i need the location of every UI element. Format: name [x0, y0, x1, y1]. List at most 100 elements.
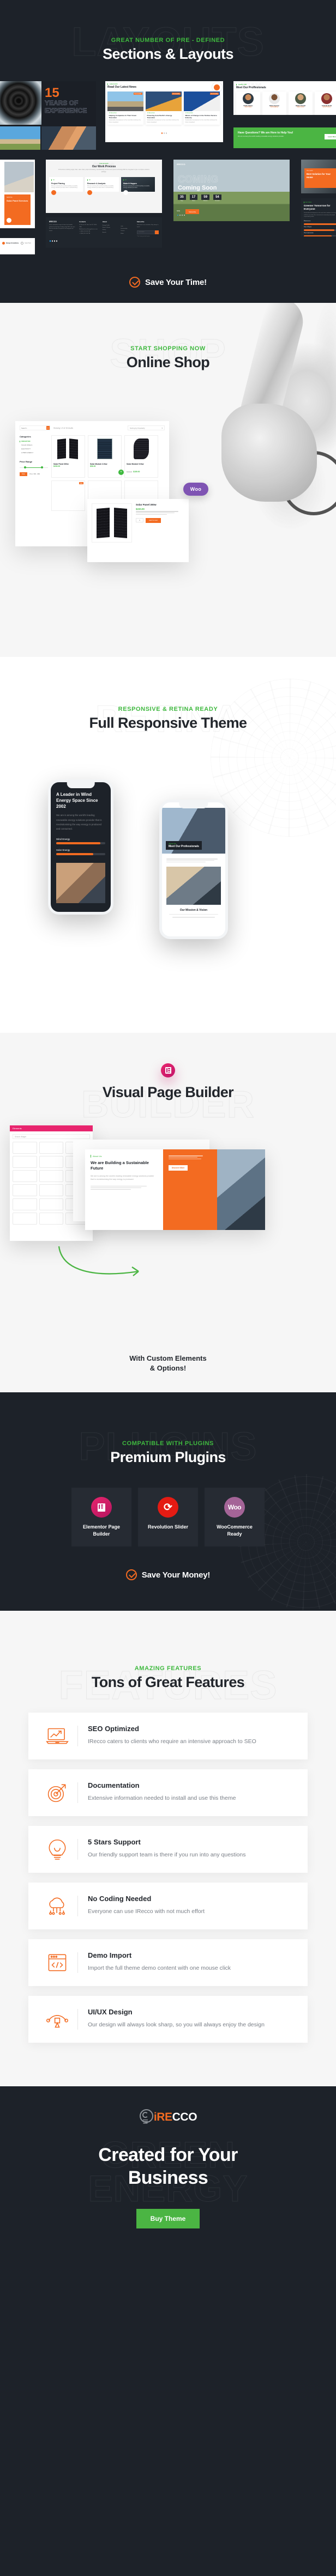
team-social[interactable]	[316, 109, 336, 115]
product-card[interactable]: Solar Module 3.0kw $96.00 +	[88, 435, 124, 478]
phone1-text: We are is among the world's leading rene…	[56, 814, 102, 830]
footer-mock-social[interactable]	[49, 235, 76, 245]
footer-col-item[interactable]: Media	[121, 233, 134, 235]
process-step[interactable]: 01 Project Planing We are is among the w…	[49, 176, 83, 196]
feature-card[interactable]: Demo Import Import the full theme demo c…	[28, 1939, 308, 1987]
feature-card[interactable]: SEO Optimized IRecco caters to clients w…	[28, 1713, 308, 1760]
shop-category[interactable]: HYBRID ENERGY	[20, 452, 48, 454]
product-card[interactable]: Sale Solar Module 5.0kw $240.00$189.00	[124, 435, 158, 478]
plugin-card-woocommerce[interactable]: Woo WooCommerce Ready	[205, 1488, 265, 1547]
coming-soon-title: Coming Soon	[178, 185, 217, 191]
phone-mock-primary[interactable]: A Leader in Wind Energy Space Since 2002…	[48, 780, 113, 915]
builder-widget-cell[interactable]	[13, 1142, 37, 1154]
plugin-card-elementor[interactable]: Elementor Page Builder	[71, 1488, 131, 1547]
feature-card[interactable]: No Coding Needed Everyone can use IRecco…	[28, 1883, 308, 1930]
layout-card-solar-services[interactable]: SERVICE Solar Panel Services	[0, 160, 35, 228]
add-to-cart-button[interactable]: Add To Cart	[146, 518, 161, 523]
layout-card-process[interactable]: STEPS how we work Our Work Process All f…	[46, 160, 162, 213]
footer-email-input[interactable]	[136, 230, 155, 234]
add-to-cart-icon[interactable]: +	[118, 470, 124, 475]
builder-widget-cell[interactable]	[13, 1184, 37, 1196]
footer-col-item[interactable]: +1 (800) 321 456 788	[79, 233, 99, 235]
shop-search-input[interactable]	[20, 426, 46, 430]
shop-category-label: ELECTRICITY	[21, 448, 31, 450]
footer-headline: Created for Your Business	[0, 2144, 336, 2189]
coming-soon-subscribe-button[interactable]: Subscribe	[185, 209, 200, 214]
quantity-stepper[interactable]: 1	[136, 518, 143, 523]
team-social[interactable]	[237, 109, 259, 115]
team-member-card[interactable]: Yolanda Smith Senior Planner	[315, 92, 336, 115]
layout-card-chips[interactable]: Energy Consultancy Solar Plant	[0, 238, 35, 254]
feature-card[interactable]: UI/UX Design Our design will always look…	[28, 1996, 308, 2043]
shop-detail-mock[interactable]: Solar Panel 300w $230.00 1 Add To Cart	[87, 499, 189, 562]
search-icon[interactable]: ⚲	[46, 426, 50, 430]
slider-handle-min[interactable]	[24, 466, 27, 468]
process-step[interactable]: 03 Make It Happen We are is among the wo…	[121, 176, 155, 196]
process-step-arrow[interactable]	[123, 190, 128, 196]
solar-arrow-button[interactable]	[7, 218, 11, 223]
team-social[interactable]	[290, 109, 311, 115]
process-step-arrow[interactable]	[51, 190, 56, 196]
team-member-card[interactable]: Walter Donald Sales Person	[289, 92, 313, 115]
builder-widget-cell[interactable]	[13, 1213, 37, 1225]
solar-eyebrow: SERVICE	[7, 197, 13, 198]
blog-post-card[interactable]: Renewable 10 December Helping Companies …	[107, 92, 143, 125]
feature-card[interactable]: Documentation Extensive information need…	[28, 1769, 308, 1817]
blog-pagination-dots[interactable]	[107, 127, 221, 137]
countdown-label: Seconds	[215, 200, 220, 202]
builder-canvas-front[interactable]: About Us We are Building a Sustainable F…	[85, 1149, 265, 1230]
product-image	[125, 436, 158, 462]
plugin-card-revslider[interactable]: ⟳ Revolution Slider	[138, 1488, 198, 1547]
feature-card[interactable]: 5 Stars Support Our friendly support tea…	[28, 1826, 308, 1873]
product-card[interactable]: Sale	[51, 480, 85, 511]
builder-widget-cell[interactable]	[39, 1184, 64, 1196]
help-banner-button[interactable]: Learn More	[324, 134, 336, 139]
builder-widget-search[interactable]: Search Widget	[13, 1134, 90, 1139]
buy-theme-button[interactable]: Buy Theme	[136, 2209, 200, 2229]
canvas-cta-button[interactable]: Discover More	[168, 1165, 188, 1171]
shop-sort-select[interactable]: Sorting by Popularity ▾	[128, 425, 165, 430]
layout-card-coming-soon[interactable]: iRECCO COMING Coming Soon 35 Days 17 Hours…	[173, 160, 290, 221]
team-member-card[interactable]: Patrik Adams Field Trainer	[236, 92, 260, 115]
footer-logo-text: iRECCO	[154, 2111, 197, 2124]
builder-widget-cell[interactable]	[13, 1170, 37, 1182]
layout-card-team[interactable]: TEAM Quality staff Meet Our Proffesional…	[233, 81, 336, 115]
slider-handle-max[interactable]	[40, 466, 43, 468]
team-social[interactable]	[263, 109, 285, 115]
price-range-slider[interactable]	[20, 466, 48, 470]
product-price: $96.00	[90, 465, 96, 467]
layout-card-best-solution[interactable]: The Leader Best Solution for Your Home	[301, 160, 336, 193]
footer-col-item[interactable]: Awards	[103, 232, 117, 234]
layout-card-blog[interactable]: BLOG Latest news Read Our Latest News Re…	[105, 81, 223, 142]
blog-post-card[interactable]: Renewable 14 December Winds of Change in…	[184, 92, 220, 125]
process-step-arrow[interactable]	[87, 190, 92, 196]
coming-soon-dots[interactable]	[177, 209, 185, 218]
builder-widget-cell[interactable]	[39, 1198, 64, 1210]
builder-widget-cell[interactable]	[39, 1170, 64, 1182]
product-card[interactable]: Solar Panel 300w $230.00	[51, 435, 85, 478]
phone-mock-secondary[interactable]: About Us Meet Our Professionals Our Miss…	[159, 800, 228, 939]
builder-widget-cell[interactable]	[13, 1156, 37, 1168]
shop-category[interactable]: SOLAR PANELS	[20, 444, 48, 446]
layout-card-experience[interactable]: 15 YEARS OF EXPERIENCE	[0, 81, 96, 150]
shop-filter-button[interactable]: Filter	[20, 472, 27, 476]
process-step[interactable]: 02 Research & Analysis We are is among t…	[85, 176, 119, 196]
shop-category[interactable]: INNOVATION	[20, 441, 48, 442]
countdown-value: 35	[178, 194, 186, 200]
blog-post-card[interactable]: Renewable 12 December Powering Asia Paci…	[146, 92, 182, 125]
builder-widget-cell[interactable]	[39, 1142, 64, 1154]
footer-col-item[interactable]: 67 Rescue St. New York NY 10001, USA	[79, 224, 99, 229]
footer-subscribe-button[interactable]	[154, 230, 159, 234]
shop-results-text: Showing 1-9 of 18 results	[53, 427, 73, 429]
builder-widget-cell[interactable]	[39, 1213, 64, 1225]
layout-card-greener[interactable]: Eco Vision Greener Tomorrow for Everyone…	[301, 198, 336, 236]
builder-widget-cell[interactable]	[13, 1198, 37, 1210]
builder-widget-cell[interactable]	[39, 1156, 64, 1168]
team-member-card[interactable]: Ethan Specter Field Engineer	[262, 92, 286, 115]
lightbulb-icon	[40, 1838, 74, 1860]
layout-card-footer-mock[interactable]: iRECCO Great combination range of robust…	[46, 217, 162, 248]
shop-category[interactable]: ELECTRICITY	[20, 448, 48, 450]
builder-panel-tab[interactable]: Elements	[13, 1127, 22, 1130]
layout-card-help-banner[interactable]: Have Questions? We are Here to Help You!…	[233, 127, 336, 148]
process-eyebrow: how we work	[99, 163, 109, 165]
